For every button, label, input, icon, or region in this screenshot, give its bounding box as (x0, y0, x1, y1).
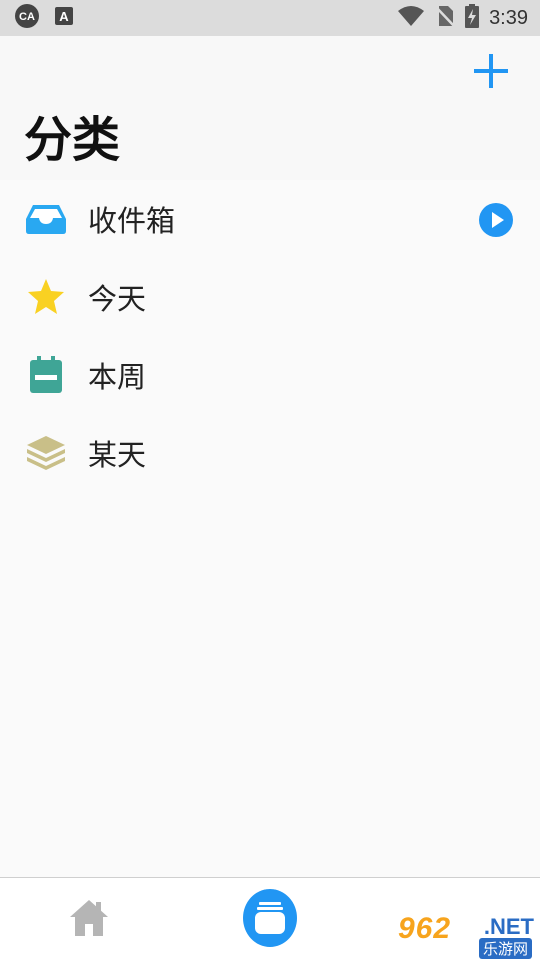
bottom-navigation: 962 .NET 乐游网 (0, 877, 540, 960)
play-icon (479, 203, 513, 237)
list-item-label: 今天 (88, 282, 147, 316)
cast-icon: CA (14, 3, 40, 33)
no-sim-icon (435, 5, 455, 31)
inbox-play-button[interactable] (478, 202, 514, 238)
calendar-icon (24, 353, 68, 397)
star-icon (24, 275, 68, 319)
page-title: 分类 (24, 112, 121, 168)
header: 分类 (0, 36, 540, 180)
list-item-inbox[interactable]: 收件箱 (0, 180, 540, 258)
list-item-label: 本周 (88, 360, 147, 394)
status-bar-right: 3:39 (397, 4, 528, 32)
layers-icon (24, 431, 68, 475)
svg-text:A: A (59, 9, 69, 24)
categories-icon (243, 889, 297, 947)
plus-icon (474, 54, 508, 88)
list-item-label: 某天 (88, 438, 147, 472)
add-category-button[interactable] (472, 52, 510, 90)
list-item-today[interactable]: 今天 (0, 258, 540, 336)
category-list: 收件箱 今天 本周 某天 (0, 180, 540, 492)
svg-text:CA: CA (19, 11, 35, 23)
watermark-logo: 962 .NET 乐游网 (398, 912, 534, 959)
status-time: 3:39 (489, 6, 528, 29)
list-item-this-week[interactable]: 本周 (0, 336, 540, 414)
watermark-suffix: .NET (483, 914, 534, 939)
text-notification-icon: A (54, 6, 74, 30)
list-item-label: 收件箱 (88, 204, 176, 238)
list-item-someday[interactable]: 某天 (0, 414, 540, 492)
nav-home-button[interactable] (68, 898, 110, 938)
status-bar-left: CA A (14, 3, 74, 33)
inbox-icon (24, 197, 68, 241)
nav-categories-button[interactable] (242, 888, 298, 948)
home-icon (70, 900, 108, 936)
watermark-number: 962 (398, 912, 452, 945)
battery-charging-icon (465, 4, 480, 32)
wifi-icon (397, 5, 425, 31)
status-bar: CA A 3:39 (0, 0, 540, 36)
watermark-subtext: 乐游网 (478, 938, 532, 959)
